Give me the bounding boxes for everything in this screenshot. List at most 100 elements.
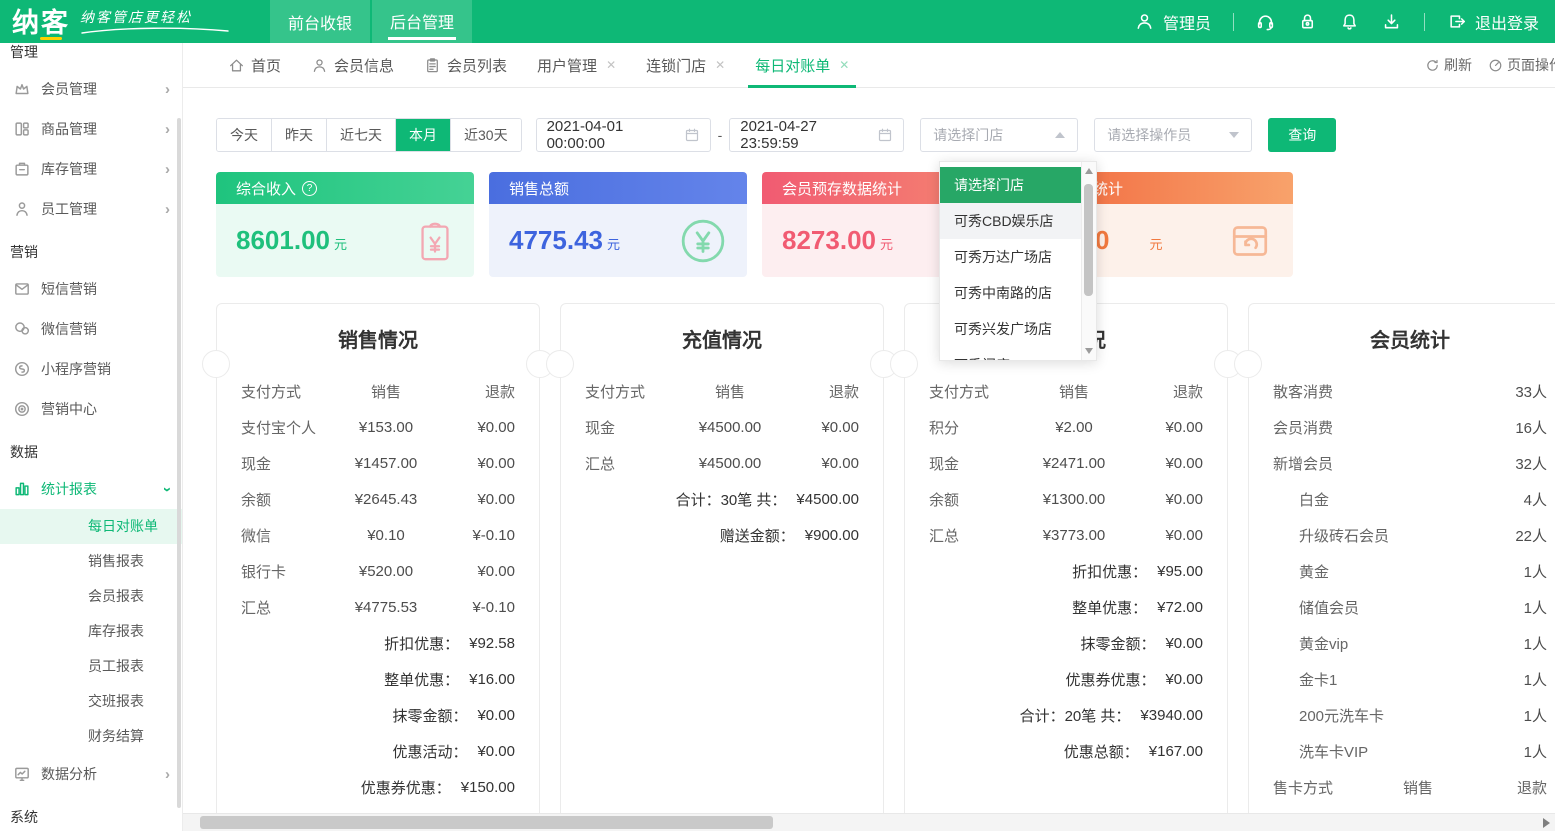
sidebar-item-label: 库存管理 bbox=[41, 159, 97, 179]
tab-member-info[interactable]: 会员信息 bbox=[296, 43, 409, 88]
topnav-cashier-label: 前台收银 bbox=[286, 5, 354, 39]
dropdown-option-store[interactable]: 可秀门店 bbox=[940, 347, 1081, 360]
card-header: 综合收入 ? bbox=[216, 172, 474, 204]
store-dropdown-list: 请选择门店 可秀CBD娱乐店 可秀万达广场店 可秀中南路的店 可秀兴发广场店 可… bbox=[940, 162, 1081, 360]
sidebar-item-miniprogram-marketing[interactable]: 小程序营销 bbox=[0, 349, 182, 389]
topnav-backoffice[interactable]: 后台管理 bbox=[372, 0, 472, 43]
close-icon[interactable] bbox=[606, 58, 616, 72]
sidebar-item-wechat-marketing[interactable]: 微信营销 bbox=[0, 309, 182, 349]
lock-icon[interactable] bbox=[1298, 12, 1318, 32]
sidebar-item-member-mgmt[interactable]: 会员管理 bbox=[0, 69, 182, 109]
range-today-button[interactable]: 今天 bbox=[217, 119, 272, 151]
close-icon[interactable] bbox=[715, 58, 725, 72]
tab-user-mgmt[interactable]: 用户管理 bbox=[522, 43, 631, 88]
summary-row: 折扣优惠：¥92.58 bbox=[241, 625, 515, 661]
sidebar-subitem-daily-statement[interactable]: 每日对账单 bbox=[0, 509, 182, 544]
current-user[interactable]: 管理员 bbox=[1135, 10, 1211, 34]
sidebar-subitem-sales-report[interactable]: 销售报表 bbox=[0, 544, 182, 579]
chevron-right-icon bbox=[165, 121, 170, 138]
dropdown-option-store[interactable]: 可秀万达广场店 bbox=[940, 239, 1081, 275]
sidebar-item-sms-marketing[interactable]: 短信营销 bbox=[0, 269, 182, 309]
scroll-right-icon[interactable] bbox=[1543, 818, 1550, 828]
sidebar-subitem-staff-report[interactable]: 员工报表 bbox=[0, 649, 182, 684]
tabbar-actions: 刷新 页面操作 bbox=[1425, 55, 1555, 75]
panel-deduction: 扣费情况 支付方式销售退款 积分¥2.00¥0.00 现金¥2471.00¥0.… bbox=[904, 303, 1228, 813]
table-row: 余额¥1300.00¥0.00 bbox=[929, 481, 1203, 517]
refresh-button[interactable]: 刷新 bbox=[1425, 55, 1472, 75]
sidebar-item-marketing-center[interactable]: 营销中心 bbox=[0, 389, 182, 429]
logout-button[interactable]: 退出登录 bbox=[1447, 10, 1539, 34]
tab-label: 会员信息 bbox=[334, 55, 394, 76]
summary-row: 优惠券优惠：¥150.00 bbox=[241, 769, 515, 805]
store-select[interactable]: 请选择门店 bbox=[920, 118, 1078, 152]
summary-row: 优惠活动：¥0.00 bbox=[241, 733, 515, 769]
table-row: 现金¥2471.00¥0.00 bbox=[929, 445, 1203, 481]
sidebar-section-data: 数据 bbox=[0, 429, 182, 469]
close-icon[interactable] bbox=[839, 58, 849, 72]
sidebar-subitem-shift-report[interactable]: 交班报表 bbox=[0, 684, 182, 719]
top-nav: 前台收银 后台管理 bbox=[270, 0, 474, 43]
range-last30days-button[interactable]: 近30天 bbox=[451, 119, 521, 151]
chevron-right-icon bbox=[165, 766, 170, 783]
scroll-thumb[interactable] bbox=[200, 816, 773, 829]
headset-icon[interactable] bbox=[1256, 12, 1276, 32]
col-header: 销售 bbox=[337, 381, 435, 402]
range-thismonth-button[interactable]: 本月 bbox=[396, 119, 451, 151]
dropdown-option-store[interactable]: 可秀中南路的店 bbox=[940, 275, 1081, 311]
dropdown-option-placeholder[interactable]: 请选择门店 bbox=[940, 167, 1081, 203]
topnav-cashier[interactable]: 前台收银 bbox=[270, 0, 370, 43]
sidebar-scrollbar[interactable] bbox=[177, 118, 181, 808]
topbar-divider bbox=[1233, 13, 1234, 31]
date-to-input[interactable]: 2021-04-27 23:59:59 bbox=[729, 118, 904, 152]
calendar-icon bbox=[684, 127, 700, 143]
download-icon[interactable] bbox=[1382, 12, 1402, 32]
tab-daily-statement[interactable]: 每日对账单 bbox=[740, 43, 864, 88]
operator-select[interactable]: 请选择操作员 bbox=[1094, 118, 1252, 152]
card-value: 0 bbox=[1095, 225, 1109, 255]
brand-tagline: 纳客管店更轻松 bbox=[80, 7, 230, 35]
scroll-down-icon[interactable] bbox=[1085, 348, 1093, 354]
dropdown-option-store[interactable]: 可秀兴发广场店 bbox=[940, 311, 1081, 347]
sidebar-subitem-member-report[interactable]: 会员报表 bbox=[0, 579, 182, 614]
mini-program-icon bbox=[12, 360, 31, 379]
scroll-up-icon[interactable] bbox=[1085, 168, 1093, 174]
page-operations-label: 页面操作 bbox=[1507, 55, 1555, 75]
bar-chart-icon bbox=[12, 480, 31, 499]
tab-member-list[interactable]: 会员列表 bbox=[409, 43, 522, 88]
chevron-right-icon bbox=[165, 201, 170, 218]
sidebar-item-data-analysis[interactable]: 数据分析 bbox=[0, 754, 182, 794]
dropdown-option-store[interactable]: 可秀CBD娱乐店 bbox=[940, 203, 1081, 239]
topbar-divider bbox=[1424, 13, 1425, 31]
summary-row: 抹零金额：¥0.00 bbox=[929, 625, 1203, 661]
sidebar-item-product-mgmt[interactable]: 商品管理 bbox=[0, 109, 182, 149]
store-select-placeholder: 请选择门店 bbox=[933, 125, 1003, 145]
sidebar: 管理 会员管理 商品管理 库存管理 员工管理 营销 短信营销 bbox=[0, 43, 183, 831]
bell-icon[interactable] bbox=[1340, 12, 1360, 32]
tab-home[interactable]: 首页 bbox=[213, 43, 296, 88]
sidebar-item-inventory-mgmt[interactable]: 库存管理 bbox=[0, 149, 182, 189]
sidebar-subitem-finance-settlement[interactable]: 财务结算 bbox=[0, 719, 182, 754]
date-from-input[interactable]: 2021-04-01 00:00:00 bbox=[536, 118, 711, 152]
card-unit: 元 bbox=[607, 237, 620, 252]
sidebar-item-statistic-reports[interactable]: 统计报表 bbox=[0, 469, 182, 509]
tab-chain-stores[interactable]: 连锁门店 bbox=[631, 43, 740, 88]
table-header: 支付方式销售退款 bbox=[929, 373, 1203, 409]
panel-title: 充值情况 bbox=[585, 304, 859, 373]
page-operations-button[interactable]: 页面操作 bbox=[1488, 55, 1555, 75]
panel-notch bbox=[546, 350, 574, 378]
card-total-income: 综合收入 ? 8601.00元 bbox=[216, 172, 474, 277]
range-yesterday-button[interactable]: 昨天 bbox=[272, 119, 327, 151]
content-area: 今天 昨天 近七天 本月 近30天 2021-04-01 00:00:00 - … bbox=[183, 88, 1555, 813]
horizontal-scrollbar[interactable] bbox=[183, 813, 1555, 831]
search-button[interactable]: 查询 bbox=[1268, 118, 1336, 152]
help-icon[interactable]: ? bbox=[302, 181, 317, 196]
sidebar-subitem-inventory-report[interactable]: 库存报表 bbox=[0, 614, 182, 649]
dropdown-scrollbar[interactable] bbox=[1081, 162, 1096, 360]
tab-label: 首页 bbox=[251, 55, 281, 76]
envelope-icon bbox=[12, 280, 31, 299]
range-last7days-button[interactable]: 近七天 bbox=[327, 119, 396, 151]
sidebar-item-staff-mgmt[interactable]: 员工管理 bbox=[0, 189, 182, 229]
stat-row: 黄金1人 bbox=[1273, 553, 1547, 589]
scroll-thumb[interactable] bbox=[1084, 184, 1093, 296]
sidebar-item-label: 小程序营销 bbox=[41, 359, 111, 379]
